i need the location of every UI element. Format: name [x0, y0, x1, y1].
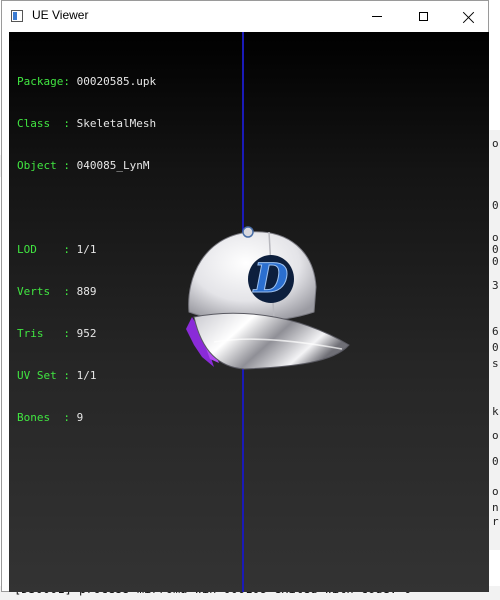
console-right-char: 6	[492, 325, 499, 338]
info-row-package: Package: 00020585.upk	[17, 75, 157, 88]
console-right-char: 3	[492, 279, 499, 292]
svg-text:D: D	[253, 255, 289, 302]
window-title: UE Viewer	[32, 8, 89, 22]
info-row-tris: Tris : 952	[17, 327, 97, 340]
background-console-right-edge: o0o00360sko0onr	[489, 130, 500, 550]
console-right-char: 0	[492, 255, 499, 268]
baseball-cap-model[interactable]: D	[174, 217, 354, 377]
maximize-button[interactable]	[400, 1, 446, 32]
info-row-uvset: UV Set : 1/1	[17, 369, 97, 382]
console-right-char: r	[492, 515, 499, 528]
close-icon	[463, 11, 475, 23]
info-row-class: Class : SkeletalMesh	[17, 117, 157, 130]
title-bar[interactable]: UE Viewer	[2, 1, 488, 32]
minimize-button[interactable]	[354, 1, 400, 32]
cap-button	[242, 226, 254, 238]
ue-viewer-window: UE Viewer Package: 00020585.upk Class : …	[1, 0, 489, 592]
console-right-char: s	[492, 357, 499, 370]
cap-logo-d: D	[248, 255, 294, 303]
console-right-char: o	[492, 485, 499, 498]
maximize-icon	[418, 12, 428, 21]
minimize-icon	[372, 16, 382, 17]
close-button[interactable]	[446, 1, 492, 32]
info-row-verts: Verts : 889	[17, 285, 97, 298]
console-right-char: n	[492, 501, 499, 514]
info-row-lod: LOD : 1/1	[17, 243, 97, 256]
console-right-char: k	[492, 405, 499, 418]
console-right-char: 0	[492, 341, 499, 354]
info-row-object: Object : 040085_LynM	[17, 159, 150, 172]
console-right-char: 0	[492, 455, 499, 468]
console-right-char: o	[492, 429, 499, 442]
console-right-char: o	[492, 137, 499, 150]
3d-viewport[interactable]: Package: 00020585.upk Class : SkeletalMe…	[9, 32, 489, 592]
app-icon	[11, 10, 23, 22]
info-row-bones: Bones : 9	[17, 411, 84, 424]
mesh-info-overlay: Package: 00020585.upk Class : SkeletalMe…	[17, 47, 156, 453]
console-right-char: 0	[492, 199, 499, 212]
